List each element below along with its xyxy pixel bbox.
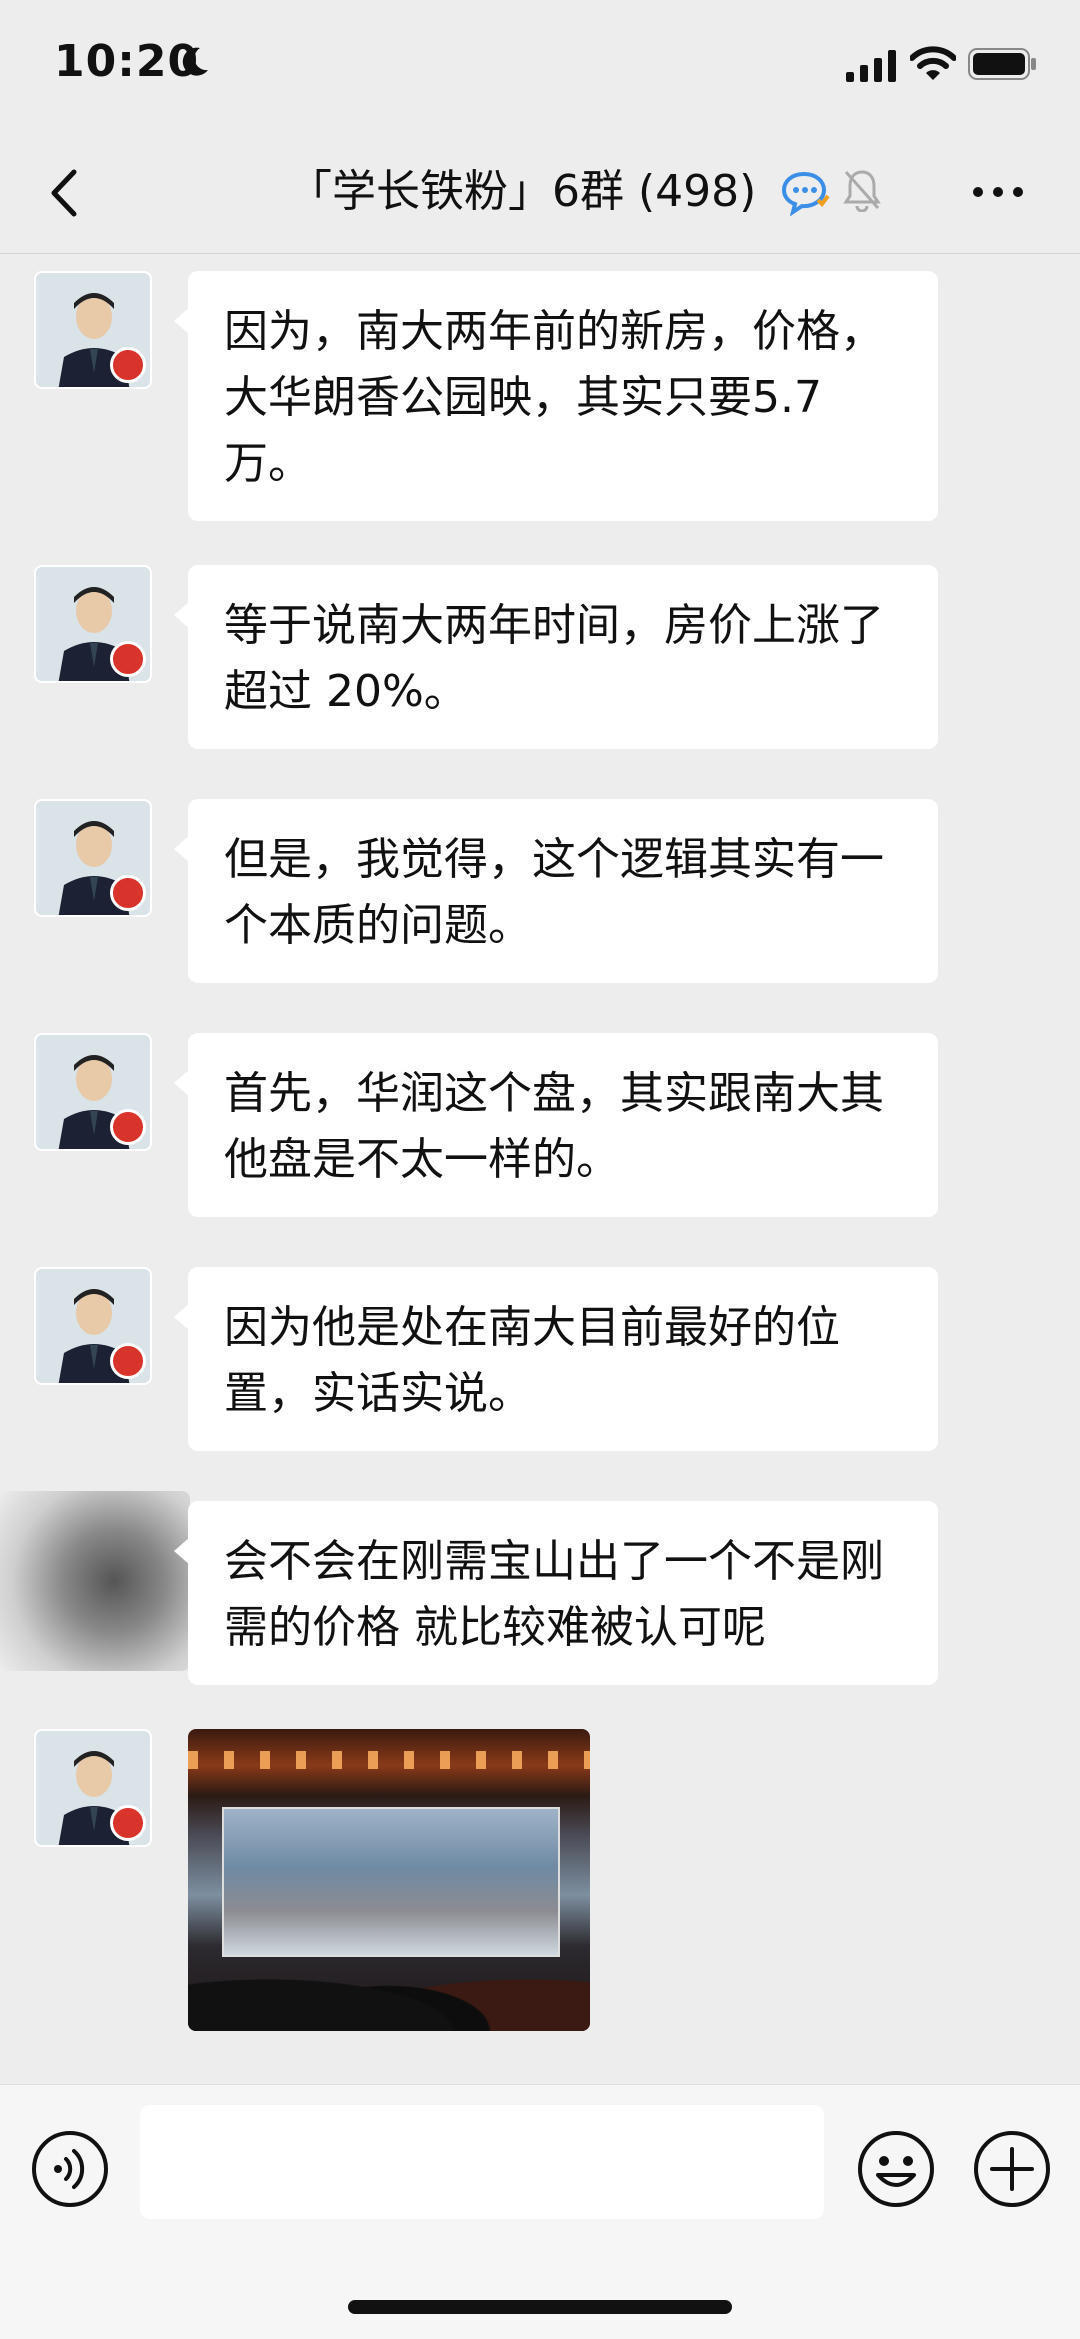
message-bubble[interactable]: 会不会在刚需宝山出了一个不是刚需的价格 就比较难被认可呢 (174, 1501, 938, 1685)
badge-icon (110, 1109, 146, 1145)
message-bubble[interactable]: 但是，我觉得，这个逻辑其实有一个本质的问题。 (174, 799, 938, 983)
message-bubble[interactable]: 因为，南大两年前的新房，价格，大华朗香公园映，其实只要5.7万。 (174, 271, 938, 521)
avatar[interactable] (34, 799, 152, 917)
stage-lights (188, 1751, 590, 1769)
message-bubble[interactable]: 因为他是处在南大目前最好的位置，实话实说。 (174, 1267, 938, 1451)
message-list[interactable]: 因为，南大两年前的新房，价格，大华朗香公园映，其实只要5.7万。 等于说南大两年… (0, 255, 1080, 2085)
home-indicator[interactable] (348, 2300, 732, 2314)
avatar[interactable] (34, 565, 152, 683)
mute-bell-icon (843, 170, 881, 212)
badge-icon (110, 1343, 146, 1379)
emoji-icon[interactable] (856, 2129, 936, 2209)
battery-icon (968, 48, 1036, 80)
moon-icon (182, 47, 208, 76)
plus-icon[interactable] (972, 2129, 1052, 2209)
back-icon[interactable] (40, 158, 90, 228)
avatar[interactable] (0, 1491, 190, 1671)
badge-icon (110, 641, 146, 677)
badge-icon (110, 347, 146, 383)
chat-title[interactable]: 「学长铁粉」6群 (498) (288, 162, 756, 222)
wifi-icon (910, 46, 956, 80)
group-chat-icon[interactable] (780, 168, 830, 216)
avatar[interactable] (34, 1033, 152, 1151)
message-bubble[interactable]: 首先，华润这个盘，其实跟南大其他盘是不太一样的。 (174, 1033, 938, 1217)
more-icon[interactable] (970, 174, 1026, 210)
badge-icon (110, 1805, 146, 1841)
image-message[interactable] (188, 1729, 590, 2031)
chat-header: 「学长铁粉」6群 (498) (0, 130, 1080, 254)
audience (188, 1941, 590, 2031)
message-input[interactable] (140, 2105, 824, 2219)
avatar[interactable] (34, 1267, 152, 1385)
avatar[interactable] (34, 1729, 152, 1847)
avatar[interactable] (34, 271, 152, 389)
message-bubble[interactable]: 等于说南大两年时间，房价上涨了超过 20%。 (174, 565, 938, 749)
presentation-screen (222, 1807, 560, 1957)
status-bar: 10:20 (0, 0, 1080, 130)
badge-icon (110, 875, 146, 911)
signal-icon (846, 50, 896, 82)
voice-icon[interactable] (30, 2129, 110, 2209)
